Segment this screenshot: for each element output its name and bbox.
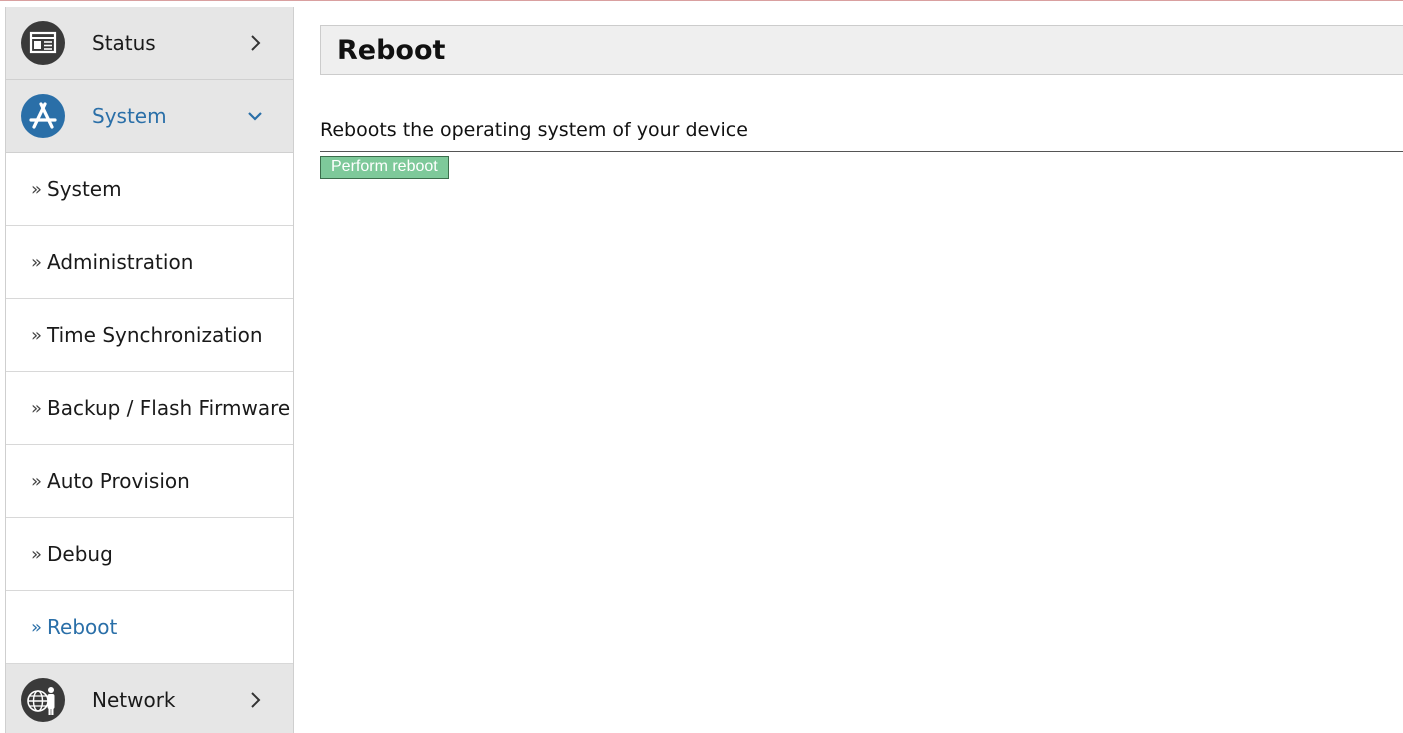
sidebar-item-label: Administration: [47, 250, 194, 274]
page-description: Reboots the operating system of your dev…: [320, 119, 1403, 152]
sidebar-item-administration[interactable]: » Administration: [6, 226, 293, 299]
perform-reboot-button[interactable]: Perform reboot: [320, 156, 449, 179]
chevron-right-icon: [246, 691, 264, 709]
double-chevron-icon: »: [31, 251, 43, 273]
sidebar-section-label: Network: [92, 688, 176, 712]
top-border: [0, 0, 1403, 7]
double-chevron-icon: »: [31, 616, 43, 638]
chevron-down-icon: [246, 107, 264, 125]
sidebar-item-label: Debug: [47, 542, 113, 566]
sidebar-item-system[interactable]: » System: [6, 153, 293, 226]
sidebar-section-system[interactable]: System: [6, 80, 293, 153]
page-header: Reboot: [320, 25, 1403, 75]
sidebar-item-auto-provision[interactable]: » Auto Provision: [6, 445, 293, 518]
double-chevron-icon: »: [31, 178, 43, 200]
sidebar-item-backup-flash-firmware[interactable]: » Backup / Flash Firmware: [6, 372, 293, 445]
sidebar-item-label: Time Synchronization: [47, 323, 263, 347]
sidebar: Status System » System » Administration …: [5, 7, 294, 733]
page-title: Reboot: [337, 34, 446, 66]
network-icon: [20, 677, 66, 723]
sidebar-item-debug[interactable]: » Debug: [6, 518, 293, 591]
chevron-right-icon: [246, 34, 264, 52]
double-chevron-icon: »: [31, 324, 43, 346]
sidebar-section-network[interactable]: Network: [6, 664, 293, 733]
sidebar-item-label: Reboot: [47, 615, 118, 639]
sidebar-item-label: Auto Provision: [47, 469, 190, 493]
sidebar-item-label: Backup / Flash Firmware: [47, 396, 291, 420]
double-chevron-icon: »: [31, 543, 43, 565]
sidebar-section-status[interactable]: Status: [6, 7, 293, 80]
status-icon: [20, 20, 66, 66]
sidebar-section-label: Status: [92, 31, 156, 55]
sidebar-section-label: System: [92, 104, 167, 128]
system-app-icon: [20, 93, 66, 139]
sidebar-item-label: System: [47, 177, 122, 201]
double-chevron-icon: »: [31, 470, 43, 492]
sidebar-item-time-synchronization[interactable]: » Time Synchronization: [6, 299, 293, 372]
double-chevron-icon: »: [31, 397, 43, 419]
main-content: Reboot Reboots the operating system of y…: [320, 25, 1403, 179]
sidebar-item-reboot[interactable]: » Reboot: [6, 591, 293, 664]
